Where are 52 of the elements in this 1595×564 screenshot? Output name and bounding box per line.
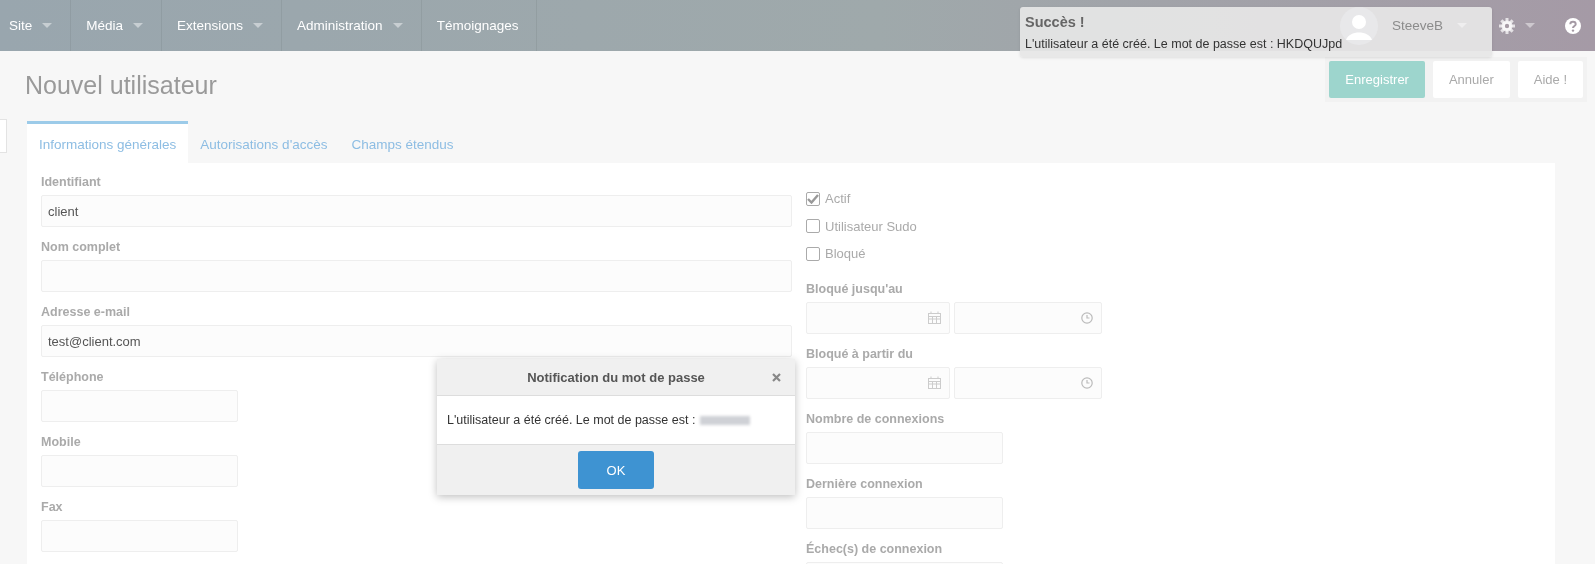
field-label: Dernière connexion — [806, 476, 923, 491]
field-label: Adresse e-mail — [41, 305, 130, 319]
ok-button[interactable]: OK — [578, 451, 654, 489]
close-icon — [772, 373, 781, 382]
tab[interactable]: Autorisations d'accès — [188, 121, 340, 163]
nav-menu-item[interactable]: Témoignages — [421, 0, 538, 51]
notification-message: L'utilisateur a été créé. Le mot de passe est : HKDQUJpd — [1025, 37, 1344, 51]
sidebar-toggle[interactable] — [0, 119, 7, 153]
time-field[interactable] — [954, 366, 1102, 399]
field-label: Bloqué jusqu'au — [806, 281, 903, 296]
input-field[interactable]: test@client.com — [41, 325, 792, 357]
checkbox-label: Utilisateur Sudo — [825, 218, 917, 234]
checkbox[interactable] — [806, 246, 820, 261]
page-title: Nouvel utilisateur — [25, 71, 217, 100]
toolbar-button[interactable]: Aide ! — [1517, 61, 1583, 98]
dialog-message: L'utilisateur a été créé. Le mot de passe est : — [447, 413, 696, 427]
gear-icon — [1499, 17, 1515, 34]
nav-menu-item[interactable]: Extensions — [162, 0, 283, 51]
nav-menu-item[interactable]: Média — [71, 0, 163, 51]
save-button[interactable]: Enregistrer — [1329, 61, 1425, 98]
checkbox-label: Actif — [825, 191, 851, 207]
checkbox[interactable] — [806, 219, 820, 234]
redacted-password — [700, 415, 751, 425]
field-label: Nom complet — [41, 240, 121, 254]
toolbar-button[interactable]: Annuler — [1432, 61, 1510, 98]
input-field[interactable]: client — [41, 195, 792, 227]
caret-icon — [1525, 23, 1535, 28]
calendar-icon — [928, 311, 941, 324]
field-label: Bloqué à partir du — [806, 346, 913, 361]
dialog-title: Notification du mot de passe — [527, 369, 705, 385]
field-label: Identifiant — [41, 175, 101, 189]
checkmark-icon — [807, 193, 819, 204]
clock-icon — [1081, 376, 1093, 389]
nav-menu-item[interactable]: Site — [0, 0, 72, 51]
field-label: Téléphone — [41, 370, 104, 384]
calendar-icon — [928, 376, 941, 389]
help-icon — [1565, 17, 1581, 34]
field-label: Nombre de connexions — [806, 411, 945, 426]
date-field[interactable] — [806, 366, 950, 399]
tab[interactable]: Informations générales — [27, 121, 189, 163]
checkbox-label: Bloqué — [825, 246, 866, 262]
field-label: Échec(s) de connexion — [806, 541, 943, 556]
date-field[interactable] — [806, 301, 950, 334]
notification-title: Succès ! — [1025, 14, 1085, 30]
checkbox[interactable] — [806, 191, 820, 206]
field-label: Mobile — [41, 435, 81, 449]
field-label: Fax — [41, 500, 63, 514]
clock-icon — [1081, 311, 1093, 324]
username-label[interactable]: SteeveB — [1391, 18, 1443, 33]
time-field[interactable] — [954, 301, 1102, 334]
tab[interactable]: Champs étendus — [339, 121, 466, 163]
nav-menu-item[interactable]: Administration — [282, 0, 422, 51]
